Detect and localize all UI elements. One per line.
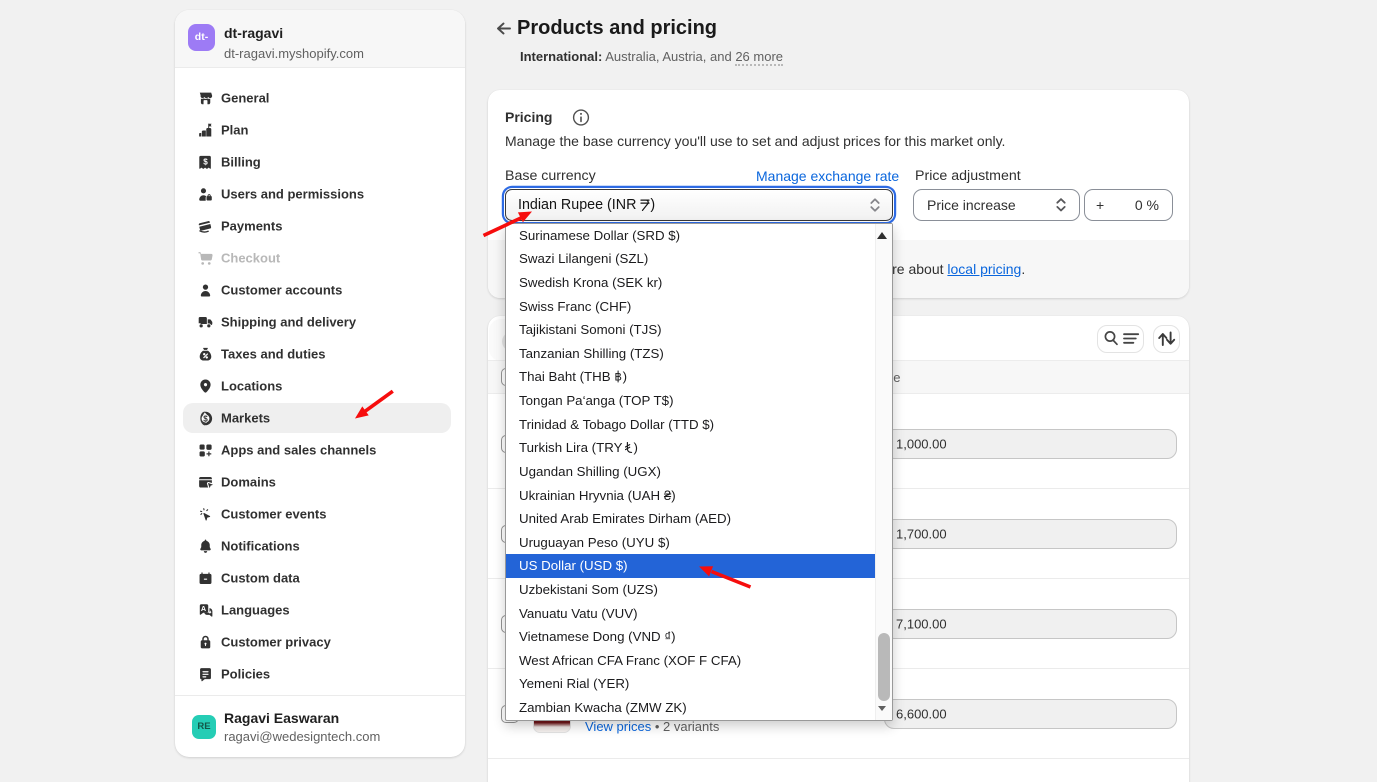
svg-text:$: $ <box>203 157 208 166</box>
svg-text:A: A <box>201 603 207 612</box>
svg-text:$: $ <box>203 414 208 423</box>
